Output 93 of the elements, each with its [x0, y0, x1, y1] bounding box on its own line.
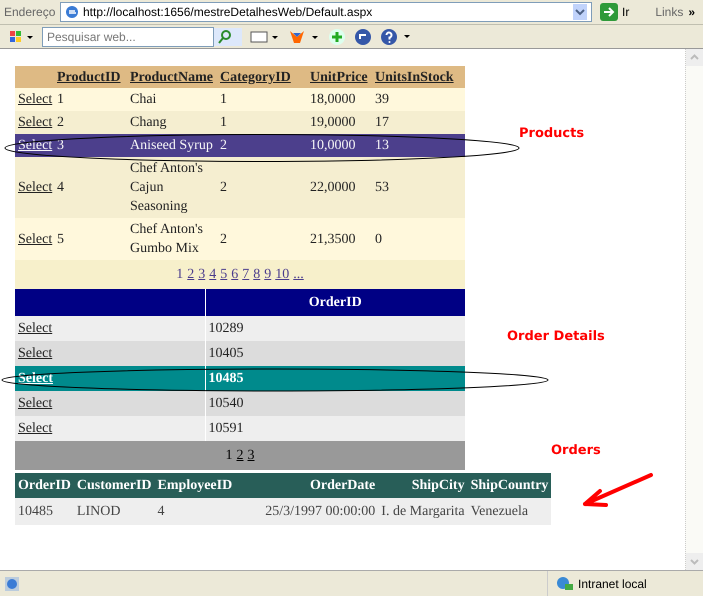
scroll-down-icon — [686, 553, 703, 570]
table-cell: Chai — [130, 88, 220, 111]
table-cell: 1 — [220, 88, 310, 111]
page-link[interactable]: 6 — [231, 264, 238, 285]
table-cell: 10591 — [205, 416, 465, 441]
search-icon[interactable] — [214, 26, 242, 46]
url-text: http://localhost:1656/mestreDetalhesWeb/Default.aspx — [83, 4, 374, 21]
column-header: OrderDate — [235, 473, 378, 498]
table-cell: 2 — [57, 111, 130, 134]
table-cell: 10289 — [205, 316, 465, 341]
column-header: OrderID — [205, 289, 465, 316]
table-cell: 39 — [375, 88, 465, 111]
table-cell: 17 — [375, 111, 465, 134]
table-cell: 5 — [57, 218, 130, 260]
table-cell: 25/3/1997 00:00:00 — [235, 498, 378, 525]
table-cell: 10485 — [15, 498, 74, 525]
column-header[interactable]: ProductID — [57, 70, 121, 85]
select-link[interactable]: Select — [18, 138, 52, 153]
table-cell: 53 — [375, 157, 465, 218]
select-link[interactable]: Select — [18, 346, 52, 361]
scroll-up-icon — [686, 49, 703, 66]
table-cell: Venezuela — [468, 498, 552, 525]
table-cell: 0 — [375, 218, 465, 260]
arrow-circle-icon[interactable] — [354, 28, 372, 46]
arrow-drawing — [583, 473, 653, 507]
select-link[interactable]: Select — [18, 232, 52, 246]
table-cell: 1 — [57, 88, 130, 111]
annotation: Order Details — [507, 328, 605, 346]
page-number: 1 — [176, 266, 184, 284]
go-button[interactable]: Ir — [596, 3, 634, 21]
page-link[interactable]: 7 — [242, 264, 250, 285]
page-link[interactable]: 10 — [275, 264, 290, 285]
plus-icon[interactable] — [328, 28, 346, 46]
table-cell: 10,0000 — [310, 134, 375, 157]
column-header: ShipCountry — [468, 473, 552, 498]
table-cell: 21,3500 — [310, 218, 375, 260]
page-link[interactable]: 5 — [220, 264, 228, 285]
table-cell: 3 — [57, 134, 130, 157]
table-cell: 2 — [220, 157, 310, 218]
table-cell: 22,0000 — [310, 157, 375, 218]
table-cell: 19,0000 — [310, 111, 375, 134]
column-header[interactable]: CategoryID — [220, 70, 291, 85]
annotation: Orders — [551, 442, 601, 460]
page-link[interactable]: 3 — [198, 264, 206, 285]
help-icon[interactable] — [380, 28, 412, 46]
table-cell: 4 — [154, 498, 236, 525]
select-link[interactable]: Select — [18, 396, 52, 411]
page-link[interactable]: 4 — [209, 264, 216, 285]
column-header[interactable]: ProductName — [130, 70, 213, 85]
select-link[interactable]: Select — [18, 115, 52, 130]
network-icon — [556, 576, 574, 592]
table-cell: 10485 — [205, 366, 465, 391]
table-cell: I. de Margarita — [378, 498, 468, 525]
page-link[interactable]: 2 — [187, 264, 194, 285]
page-link[interactable]: 2 — [236, 445, 244, 466]
dropdown-icon[interactable] — [573, 4, 587, 20]
address-field[interactable]: http://localhost:1656/mestreDetalhesWeb/Default.aspx — [60, 2, 592, 22]
table-cell: 2 — [220, 134, 310, 157]
select-link[interactable]: Select — [18, 371, 53, 386]
address-label: Endereço — [4, 4, 56, 21]
table-cell: 18,0000 — [310, 88, 375, 111]
column-header: EmployeeID — [154, 473, 236, 498]
column-header[interactable]: UnitsInStock — [375, 70, 454, 85]
links-label[interactable]: Links — [655, 3, 684, 21]
security-zone: Intranet local — [578, 576, 647, 592]
annotation: Products — [519, 125, 584, 143]
table-cell: Chef Anton's Cajun Seasoning — [130, 157, 220, 218]
page-link[interactable]: 8 — [253, 264, 260, 285]
table-cell: 13 — [375, 134, 465, 157]
table-cell: Chang — [130, 111, 220, 134]
table-cell: 4 — [57, 157, 130, 218]
column-header: CustomerID — [74, 473, 155, 498]
table-cell: 2 — [220, 218, 310, 260]
page-number: 1 — [226, 447, 232, 465]
search-field[interactable]: Pesquisar web... — [42, 26, 214, 46]
table-cell: 10540 — [205, 391, 465, 416]
page-link[interactable]: 9 — [264, 264, 272, 285]
select-link[interactable]: Select — [18, 92, 52, 107]
table-cell: Chef Anton's Gumbo Mix — [130, 218, 220, 260]
column-header: ShipCity — [378, 473, 468, 498]
select-link[interactable]: Select — [18, 321, 52, 336]
select-link[interactable]: Select — [18, 421, 52, 436]
table-cell: Aniseed Syrup — [130, 134, 220, 157]
scrollbar[interactable] — [685, 49, 703, 570]
table-cell: 10405 — [205, 341, 465, 366]
chevron[interactable]: » — [688, 3, 699, 21]
table-cell: 1 — [220, 111, 310, 134]
table-cell: LINOD — [74, 498, 155, 525]
select-link[interactable]: Select — [18, 180, 52, 195]
column-header: OrderID — [15, 473, 74, 498]
page-link[interactable]: 3 — [248, 445, 254, 466]
column-header[interactable]: UnitPrice — [310, 70, 368, 85]
page-link[interactable]: ... — [293, 264, 304, 285]
